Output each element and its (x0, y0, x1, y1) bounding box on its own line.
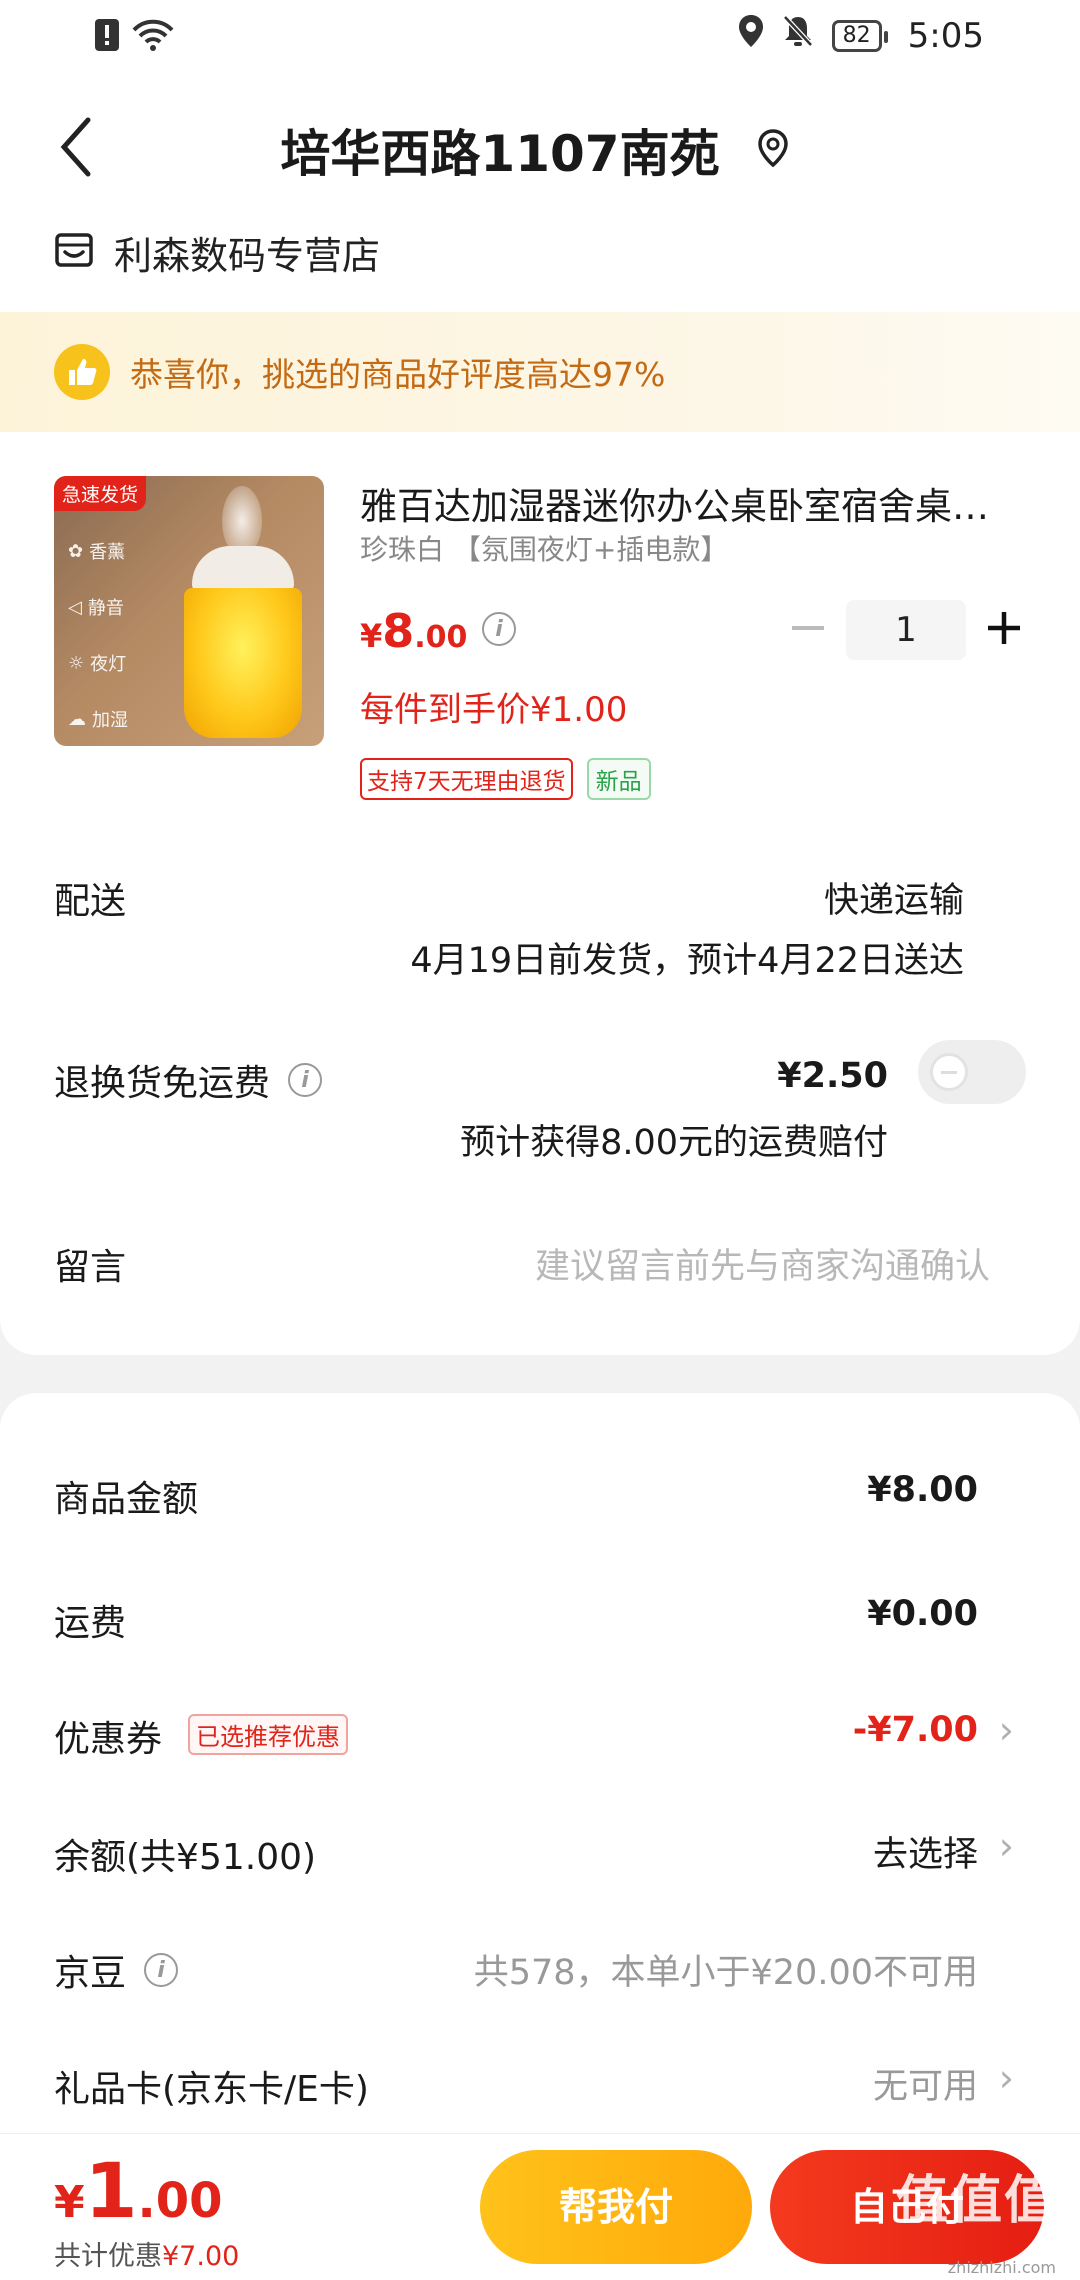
jingdou-label: 京豆 (54, 1953, 127, 1994)
goods-amount-value: ¥8.00 (867, 1470, 978, 1510)
message-label: 留言 (54, 1247, 127, 1288)
product-image[interactable]: 急速发货 ✿ 香薰 ◁ 静音 ☼ 夜灯 ☁ 加湿 (54, 476, 324, 746)
jingdou-value: 共578，本单小于¥20.00不可用 (473, 1953, 978, 1993)
minus-icon (792, 626, 824, 630)
return-shipping-row: 退换货免运费 i (54, 1054, 323, 1106)
each-price: 每件到手价¥1.00 (360, 690, 628, 730)
total-price: ¥ 1 .00 (54, 2146, 223, 2235)
price-info-icon[interactable]: i (482, 612, 516, 646)
praise-text: 恭喜你，挑选的商品好评度高达97% (130, 355, 666, 394)
delivery-method[interactable]: 快递运输 (824, 872, 964, 923)
gift-card-value[interactable]: 无可用 (873, 2058, 978, 2109)
product-spec[interactable]: 珍珠白 【氛围夜灯+插电款】 (360, 528, 728, 568)
wifi-icon (130, 18, 176, 56)
goods-amount-label: 商品金额 (54, 1479, 199, 1520)
praise-banner: 恭喜你，挑选的商品好评度高达97% (0, 312, 1080, 432)
clock: 5:05 (907, 15, 984, 56)
return-policy-tag: 支持7天无理由退货 (360, 758, 573, 800)
plus-icon (988, 612, 1020, 644)
address-title[interactable]: 培华西路1107南苑 (0, 114, 1000, 186)
watermark-logo: 值值值 (895, 2171, 1058, 2231)
feature-label: ☼ 夜灯 (68, 652, 127, 676)
coupon-value[interactable]: -¥7.00 (853, 1710, 978, 1750)
gift-card-chevron-right-icon[interactable]: › (999, 2056, 1014, 2100)
delivery-schedule[interactable]: 4月19日前发货，预计4月22日送达 (410, 932, 964, 983)
quantity-increase-button[interactable] (986, 610, 1022, 646)
watermark-url: zhizhizhi.com (947, 2258, 1056, 2277)
return-shipping-label: 退换货免运费 (54, 1063, 271, 1104)
help-me-pay-button[interactable]: 帮我付 (480, 2150, 752, 2264)
shipping-fee-label: 运费 (54, 1603, 127, 1644)
coupon-label[interactable]: 优惠券 (54, 1710, 162, 1762)
battery-indicator: 82 (831, 19, 888, 52)
message-input[interactable]: 建议留言前先与商家沟通确认 (420, 1238, 990, 1289)
coupon-chevron-right-icon[interactable]: › (999, 1708, 1014, 1752)
express-shipping-badge: 急速发货 (54, 476, 147, 511)
product-title[interactable]: 雅百达加湿器迷你办公桌卧室宿舍桌… (360, 476, 1040, 530)
location-pin-icon[interactable] (756, 128, 790, 168)
product-tags: 支持7天无理由退货 新品 (360, 758, 651, 800)
shipping-fee-value: ¥0.00 (867, 1594, 978, 1634)
order-card: 培华西路1107南苑 利森数码专营店 恭喜你，挑选的商品好评度高达97% 急速发… (0, 72, 1080, 1355)
coupon-recommended-tag: 已选推荐优惠 (188, 1714, 348, 1755)
status-bar: 82 5:05 (0, 0, 1080, 72)
return-shipping-toggle[interactable] (918, 1040, 1026, 1104)
humidifier-graphic (184, 546, 302, 738)
mute-icon (782, 14, 814, 57)
product-price: ¥ 8 .00 (360, 604, 468, 658)
shop-row[interactable]: 利森数码专营店 (54, 220, 380, 284)
delivery-label: 配送 (54, 881, 127, 922)
jingdou-row: 京豆 i (54, 1944, 179, 1996)
sim-alert-icon (94, 18, 120, 56)
quantity-decrease-button[interactable] (788, 608, 828, 648)
return-shipping-info-icon[interactable]: i (288, 1063, 323, 1097)
return-shipping-price: ¥2.50 (777, 1056, 888, 1096)
feature-label: ✿ 香薰 (68, 540, 126, 564)
gift-card-label[interactable]: 礼品卡(京东卡/E卡) (54, 2060, 369, 2112)
checkout-bar: ¥ 1 .00 共计优惠¥7.00 帮我付 自己付 值值值 zhizhizhi.… (0, 2133, 1080, 2280)
feature-label: ☁ 加湿 (68, 708, 128, 732)
balance-chevron-right-icon[interactable]: › (999, 1824, 1014, 1868)
balance-select[interactable]: 去选择 (873, 1826, 978, 1877)
header: 培华西路1107南苑 (0, 72, 1080, 220)
return-shipping-note: 预计获得8.00元的运费赔付 (460, 1123, 888, 1163)
thumbs-up-icon (54, 344, 110, 400)
jingdou-info-icon[interactable]: i (144, 1953, 179, 1987)
feature-label: ◁ 静音 (68, 596, 124, 620)
shop-icon (54, 230, 94, 274)
location-status-icon (738, 14, 764, 57)
new-product-tag: 新品 (586, 758, 651, 800)
shop-name: 利森数码专营店 (114, 233, 381, 278)
total-discount: 共计优惠¥7.00 (54, 2241, 240, 2272)
quantity-value[interactable]: 1 (846, 600, 966, 660)
balance-label[interactable]: 余额(共¥51.00) (54, 1828, 316, 1880)
